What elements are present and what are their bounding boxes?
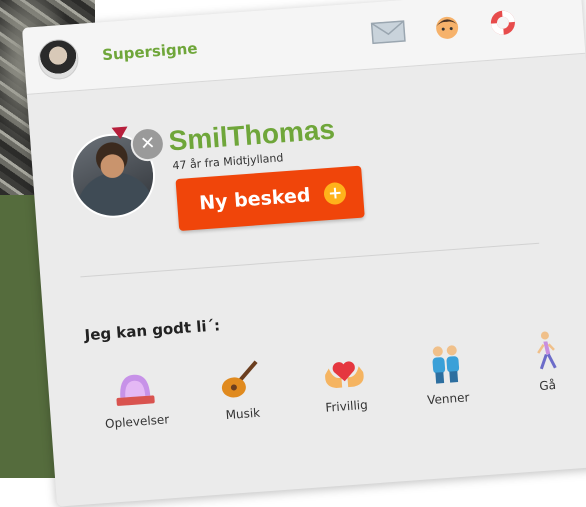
profile-card: Supersigne ✕ SmilThomas 47 år fra Midtjy…: [22, 0, 586, 507]
disco-light-icon: [110, 365, 159, 408]
interest-label: Musik: [225, 405, 261, 423]
walking-person-icon: [521, 329, 570, 372]
profile-card-wrapper: Supersigne ✕ SmilThomas 47 år fra Midtjy…: [22, 0, 586, 507]
friends-icon: [421, 342, 470, 385]
plus-icon: +: [323, 181, 348, 206]
new-message-button[interactable]: Ny besked +: [175, 165, 365, 232]
interest-item-oplevelser[interactable]: Oplevelser: [93, 364, 177, 432]
mail-icon[interactable]: [370, 20, 407, 45]
new-message-label: Ny besked: [198, 184, 312, 215]
interest-label: Gå: [538, 377, 557, 394]
interest-label: Oplevelser: [104, 412, 170, 431]
current-username[interactable]: Supersigne: [102, 39, 199, 64]
top-bar: Supersigne: [22, 0, 586, 95]
divider: [80, 242, 540, 278]
likes-label: Jeg kan godt li´:: [84, 316, 221, 345]
help-lifebuoy-icon[interactable]: [488, 8, 518, 38]
red-flag-icon: [111, 126, 129, 140]
user-face-icon[interactable]: [432, 12, 462, 42]
interest-label: Frivillig: [324, 397, 369, 415]
interest-item-musik[interactable]: Musik: [199, 356, 283, 424]
current-user-avatar[interactable]: [36, 38, 80, 81]
profile-name: SmilThomas: [167, 113, 336, 157]
interest-item-frivillig[interactable]: Frivillig: [303, 348, 387, 416]
interest-item-venner[interactable]: Venner: [404, 341, 488, 409]
guitar-icon: [216, 357, 265, 400]
interest-item-ga[interactable]: Gå: [504, 328, 586, 396]
heart-hands-icon: [320, 350, 369, 393]
interest-label: Venner: [426, 390, 470, 408]
